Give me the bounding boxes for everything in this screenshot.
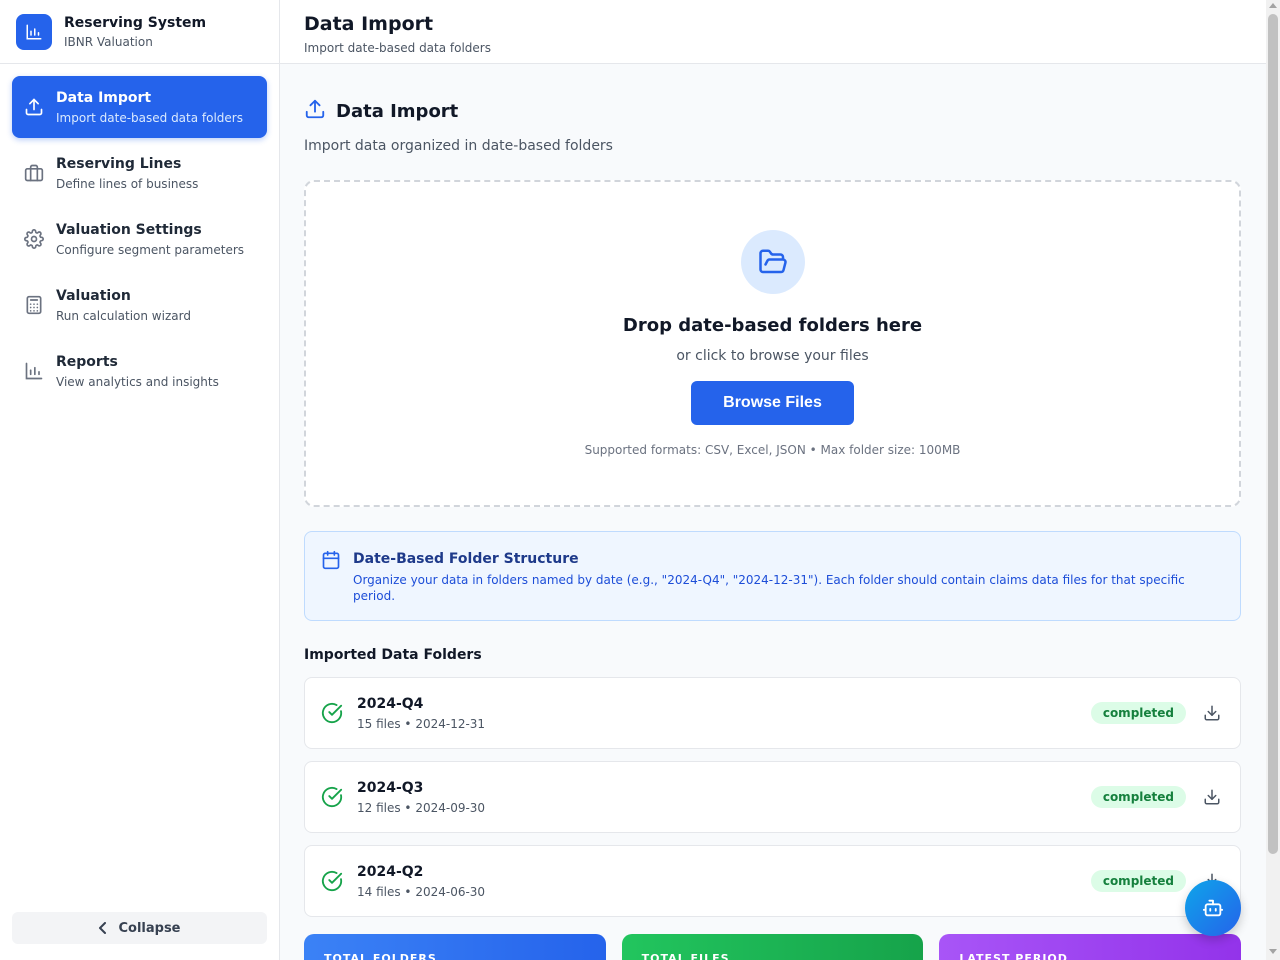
info-title: Date-Based Folder Structure	[353, 551, 579, 567]
brand-header: Reserving System IBNR Valuation	[0, 0, 279, 64]
sidebar-item-label: Valuation	[56, 287, 131, 304]
folder-name: 2024-Q4	[357, 695, 424, 712]
status-badge: completed	[1090, 786, 1186, 808]
download-icon	[1204, 705, 1220, 721]
sidebar-item-data-import[interactable]: Data Import Import date-based data folde…	[12, 76, 267, 138]
assistant-button[interactable]	[1185, 880, 1241, 936]
download-button[interactable]	[1200, 785, 1224, 809]
bar-chart-icon	[16, 13, 52, 50]
sidebar-nav: Data Import Import date-based data folde…	[0, 64, 279, 402]
gear-icon	[24, 229, 44, 249]
scroll-down-arrow[interactable]	[1269, 949, 1277, 954]
sidebar-item-desc: Define lines of business	[56, 176, 199, 191]
section-title: Data Import	[336, 100, 459, 122]
brand-title: Reserving System	[64, 14, 207, 31]
sidebar-item-desc: Import date-based data folders	[56, 110, 243, 125]
section-header: Data Import	[304, 98, 1241, 124]
folder-open-icon	[740, 230, 805, 294]
status-badge: completed	[1090, 870, 1186, 892]
collapse-button[interactable]: Collapse	[12, 912, 267, 944]
sidebar-item-label: Reports	[56, 353, 118, 370]
dropzone-subtitle: or click to browse your files	[676, 348, 869, 364]
sidebar-item-label: Data Import	[56, 89, 152, 106]
calendar-icon	[321, 550, 341, 570]
folder-meta: 15 files • 2024-12-31	[357, 716, 486, 731]
sidebar-item-valuation[interactable]: Valuation Run calculation wizard	[12, 274, 267, 336]
stats-cards: TOTAL FOLDERS TOTAL FILES LATEST PERIOD	[304, 934, 1242, 960]
scroll-up-arrow[interactable]	[1269, 3, 1277, 8]
upload-icon	[304, 98, 326, 124]
chevron-left-icon	[99, 922, 107, 934]
folders-list-title: Imported Data Folders	[304, 647, 482, 663]
folders-list: 2024-Q4 15 files • 2024-12-31 completed …	[304, 677, 1241, 917]
check-circle-icon	[321, 702, 343, 724]
brand-subtitle: IBNR Valuation	[64, 34, 153, 49]
dropzone-title: Drop date-based folders here	[622, 315, 923, 336]
folder-dropzone[interactable]: Drop date-based folders here or click to…	[304, 180, 1241, 507]
download-button[interactable]	[1200, 701, 1224, 725]
sidebar-item-desc: Configure segment parameters	[56, 242, 245, 257]
sidebar-item-desc: Run calculation wizard	[56, 308, 191, 323]
folder-meta: 12 files • 2024-09-30	[357, 800, 486, 815]
bar-chart-icon	[24, 361, 44, 381]
sidebar: Reserving System IBNR Valuation Data Imp…	[0, 0, 280, 960]
stat-card-total-folders: TOTAL FOLDERS	[304, 934, 606, 960]
check-circle-icon	[321, 786, 343, 808]
section-subtitle: Import data organized in date-based fold…	[304, 138, 613, 154]
page-title: Data Import	[304, 13, 434, 35]
download-icon	[1204, 789, 1220, 805]
collapse-label: Collapse	[118, 920, 181, 936]
browse-files-button[interactable]: Browse Files	[691, 381, 854, 425]
folder-name: 2024-Q3	[357, 779, 424, 796]
page-scrollbar[interactable]	[1266, 0, 1280, 960]
check-circle-icon	[321, 870, 343, 892]
stat-card-latest-period: LATEST PERIOD	[939, 934, 1242, 960]
folder-row[interactable]: 2024-Q2 14 files • 2024-06-30 completed	[304, 845, 1241, 917]
folder-row[interactable]: 2024-Q4 15 files • 2024-12-31 completed	[304, 677, 1241, 749]
briefcase-icon	[24, 163, 44, 183]
main-content: Data Import Import data organized in dat…	[304, 64, 1241, 929]
sidebar-item-reserving-lines[interactable]: Reserving Lines Define lines of business	[12, 142, 267, 204]
sidebar-item-desc: View analytics and insights	[56, 374, 219, 389]
sidebar-item-label: Reserving Lines	[56, 155, 182, 172]
folder-name: 2024-Q2	[357, 863, 424, 880]
sidebar-item-valuation-settings[interactable]: Valuation Settings Configure segment par…	[12, 208, 267, 270]
folder-structure-info: Date-Based Folder Structure Organize you…	[304, 531, 1241, 621]
calculator-icon	[24, 295, 44, 315]
sidebar-item-label: Valuation Settings	[56, 221, 202, 238]
page-subtitle: Import date-based data folders	[304, 41, 491, 55]
bot-icon	[1202, 899, 1224, 917]
dropzone-note: Supported formats: CSV, Excel, JSON • Ma…	[584, 443, 961, 457]
stat-card-total-files: TOTAL FILES	[621, 934, 924, 960]
scrollbar-thumb[interactable]	[1268, 14, 1278, 854]
sidebar-item-reports[interactable]: Reports View analytics and insights	[12, 340, 267, 402]
status-badge: completed	[1090, 702, 1186, 724]
page-header: Data Import Import date-based data folde…	[280, 0, 1266, 64]
upload-icon	[24, 97, 44, 117]
info-description: Organize your data in folders named by d…	[353, 573, 1185, 603]
folder-meta: 14 files • 2024-06-30	[357, 884, 486, 899]
folder-row[interactable]: 2024-Q3 12 files • 2024-09-30 completed	[304, 761, 1241, 833]
